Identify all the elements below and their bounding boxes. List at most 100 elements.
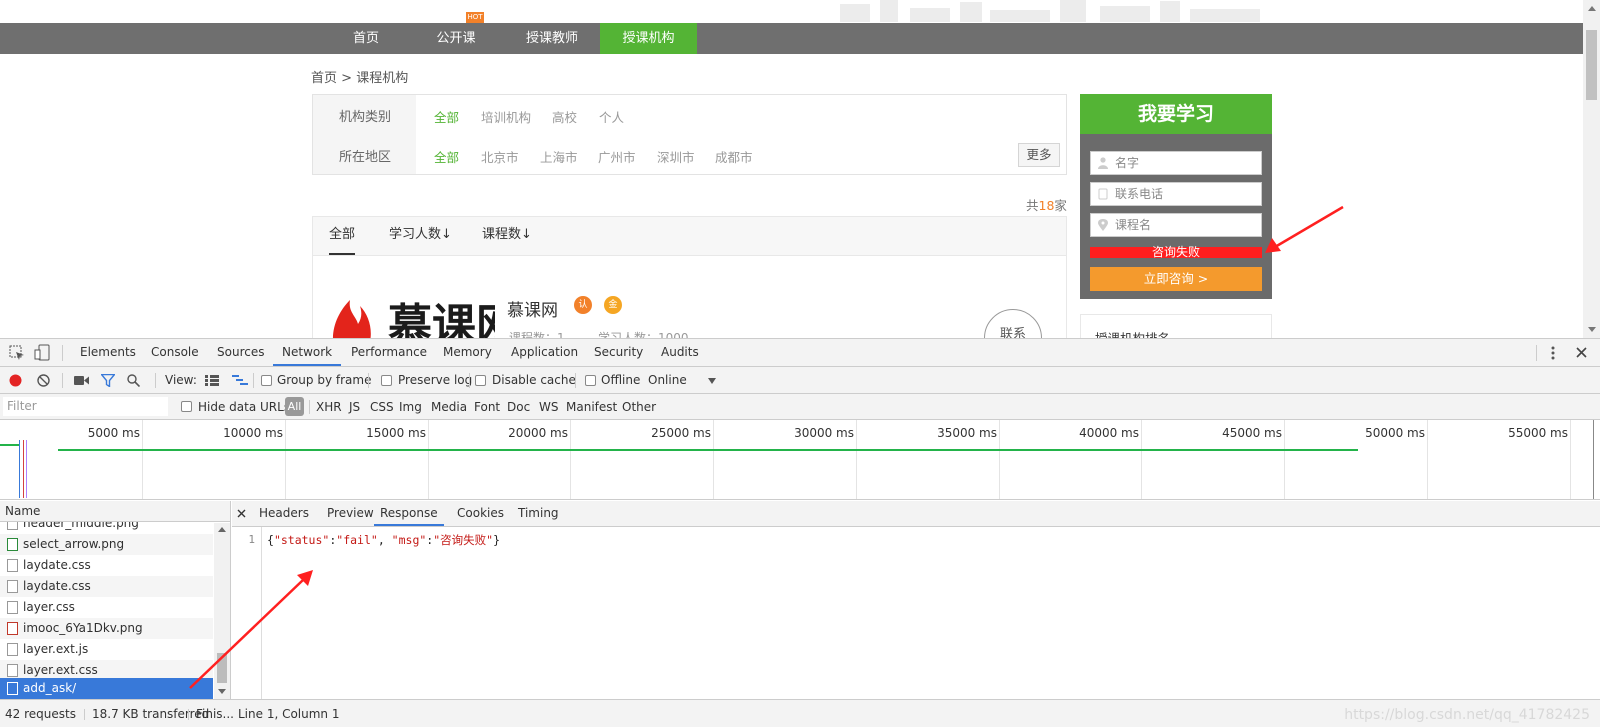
contact-button[interactable]: 联系 xyxy=(984,309,1042,338)
offline-checkbox[interactable] xyxy=(585,375,596,386)
clear-icon[interactable] xyxy=(37,374,50,387)
website-viewport: 首页 公开课 授课教师 授课机构 HOT 首页 > 课程机构 机构类别 所在地区… xyxy=(0,0,1583,338)
nav-teachers[interactable]: 授课教师 xyxy=(516,23,588,54)
filter-region-beijing[interactable]: 北京市 xyxy=(481,147,519,166)
nav-institutions[interactable]: 授课机构 xyxy=(600,23,697,54)
nav-home[interactable]: 首页 xyxy=(336,23,396,54)
breadcrumb-home[interactable]: 首页 xyxy=(311,71,337,86)
throttle-select[interactable]: Online xyxy=(648,367,687,394)
request-row[interactable]: imooc_6Ya1Dkv.png xyxy=(0,618,213,639)
filter-type-ws[interactable]: WS xyxy=(539,394,558,420)
sort-tab-students[interactable]: 学习人数↓ xyxy=(389,217,452,255)
request-row-selected[interactable]: add_ask/ xyxy=(0,678,213,699)
filter-type-xhr[interactable]: XHR xyxy=(316,394,342,420)
scroll-down-arrow-icon[interactable] xyxy=(218,689,226,694)
institution-card[interactable]: 慕课网 慕课网 认 金 课程数：1 学习人数：1000 联系 xyxy=(312,256,1067,338)
tab-response[interactable]: Response xyxy=(374,501,444,526)
logo-text: 慕课网 xyxy=(388,300,495,338)
filter-region-shanghai[interactable]: 上海市 xyxy=(540,147,578,166)
filter-region-shenzhen[interactable]: 深圳市 xyxy=(657,147,695,166)
group-by-frame-checkbox[interactable] xyxy=(261,375,272,386)
tab-security[interactable]: Security xyxy=(594,339,643,366)
request-row[interactable]: layer.css xyxy=(0,597,213,618)
filter-type-css[interactable]: CSS xyxy=(370,394,394,420)
tab-network[interactable]: Network xyxy=(273,339,342,366)
toolbar-divider xyxy=(253,373,254,388)
request-list-scrollbar[interactable] xyxy=(214,523,230,699)
detail-tab-bar: Headers Preview Response Cookies Timing xyxy=(232,501,1600,527)
institution-name[interactable]: 慕课网 xyxy=(507,296,558,321)
filter-category-training[interactable]: 培训机构 xyxy=(481,107,531,126)
filter-region-all[interactable]: 全部 xyxy=(434,147,459,166)
waterfall-view-icon[interactable] xyxy=(232,375,248,386)
tab-cookies[interactable]: Cookies xyxy=(457,501,504,526)
name-input[interactable]: 名字 xyxy=(1090,151,1262,175)
tab-audits[interactable]: Audits xyxy=(661,339,699,366)
preserve-log-checkbox[interactable] xyxy=(381,375,392,386)
tab-application[interactable]: Application xyxy=(511,339,578,366)
nav-public-courses[interactable]: 公开课 xyxy=(426,23,486,54)
request-detail-panel: Headers Preview Response Cookies Timing … xyxy=(232,501,1600,699)
tab-elements[interactable]: Elements xyxy=(80,339,136,366)
watermark: https://blog.csdn.net/qq_41782425 xyxy=(1344,707,1590,723)
phone-input[interactable]: 联系电话 xyxy=(1090,182,1262,206)
filter-category-all[interactable]: 全部 xyxy=(434,107,459,126)
response-body[interactable]: {"status":"fail", "msg":"咨询失败"} xyxy=(267,532,500,548)
tab-timing[interactable]: Timing xyxy=(518,501,559,526)
file-icon xyxy=(7,601,18,614)
dropdown-arrow-icon[interactable] xyxy=(708,378,716,384)
screenshot-camera-icon[interactable] xyxy=(74,375,89,386)
imooc-logo[interactable]: 慕课网 xyxy=(330,290,495,338)
tab-memory[interactable]: Memory xyxy=(443,339,492,366)
scrollbar-thumb[interactable] xyxy=(217,653,227,683)
search-icon[interactable] xyxy=(127,374,140,387)
tab-headers[interactable]: Headers xyxy=(259,501,309,526)
sort-tab-courses[interactable]: 课程数↓ xyxy=(482,217,532,255)
device-toolbar-icon[interactable] xyxy=(34,344,50,361)
tab-console[interactable]: Console xyxy=(151,339,199,366)
close-detail-icon[interactable] xyxy=(237,509,246,518)
tab-performance[interactable]: Performance xyxy=(351,339,427,366)
filter-category-individual[interactable]: 个人 xyxy=(599,107,624,126)
sort-tab-all[interactable]: 全部 xyxy=(329,217,356,255)
close-devtools-icon[interactable] xyxy=(1576,347,1587,358)
scroll-up-arrow-icon[interactable] xyxy=(218,527,226,532)
request-row[interactable]: select_arrow.png xyxy=(0,534,213,555)
more-button[interactable]: 更多 xyxy=(1018,143,1060,167)
disable-cache-checkbox[interactable] xyxy=(475,375,486,386)
scroll-down-arrow-icon[interactable] xyxy=(1588,327,1596,332)
large-rows-icon[interactable] xyxy=(205,375,219,386)
filter-type-media[interactable]: Media xyxy=(431,394,467,420)
filter-type-font[interactable]: Font xyxy=(474,394,500,420)
scroll-up-arrow-icon[interactable] xyxy=(1588,6,1596,11)
more-options-icon[interactable] xyxy=(1550,345,1556,361)
filter-type-js[interactable]: JS xyxy=(349,394,360,420)
filter-funnel-icon[interactable] xyxy=(101,374,115,387)
filter-type-img[interactable]: Img xyxy=(399,394,422,420)
filter-region-guangzhou[interactable]: 广州市 xyxy=(598,147,636,166)
request-row[interactable]: laydate.css xyxy=(0,576,213,597)
hide-data-urls-checkbox[interactable] xyxy=(181,401,192,412)
filter-region-chengdu[interactable]: 成都市 xyxy=(715,147,753,166)
filter-type-other[interactable]: Other xyxy=(622,394,656,420)
request-row[interactable]: layer.ext.js xyxy=(0,639,213,660)
filter-type-doc[interactable]: Doc xyxy=(507,394,530,420)
consult-now-button[interactable]: 立即咨询 > xyxy=(1090,267,1262,291)
page-scrollbar[interactable] xyxy=(1583,0,1600,338)
offline-label: Offline xyxy=(601,373,641,387)
course-name-input[interactable]: 课程名 xyxy=(1090,213,1262,237)
filter-category-college[interactable]: 高校 xyxy=(552,107,577,126)
request-row[interactable]: laydate.css xyxy=(0,555,213,576)
record-icon[interactable] xyxy=(9,374,22,387)
inspect-element-icon[interactable] xyxy=(9,345,25,361)
column-header-name[interactable]: Name xyxy=(0,501,230,522)
filter-type-all[interactable]: All xyxy=(285,397,304,416)
tab-preview[interactable]: Preview xyxy=(327,501,374,526)
filter-input[interactable]: Filter xyxy=(3,397,168,416)
filter-type-manifest[interactable]: Manifest xyxy=(566,394,617,420)
tab-sources[interactable]: Sources xyxy=(217,339,264,366)
network-overview-timeline[interactable]: 5000 ms 10000 ms 15000 ms 20000 ms 25000… xyxy=(0,420,1600,500)
scrollbar-thumb[interactable] xyxy=(1586,30,1597,100)
verified-badge: 认 xyxy=(574,296,592,314)
request-name: layer.css xyxy=(23,600,75,614)
